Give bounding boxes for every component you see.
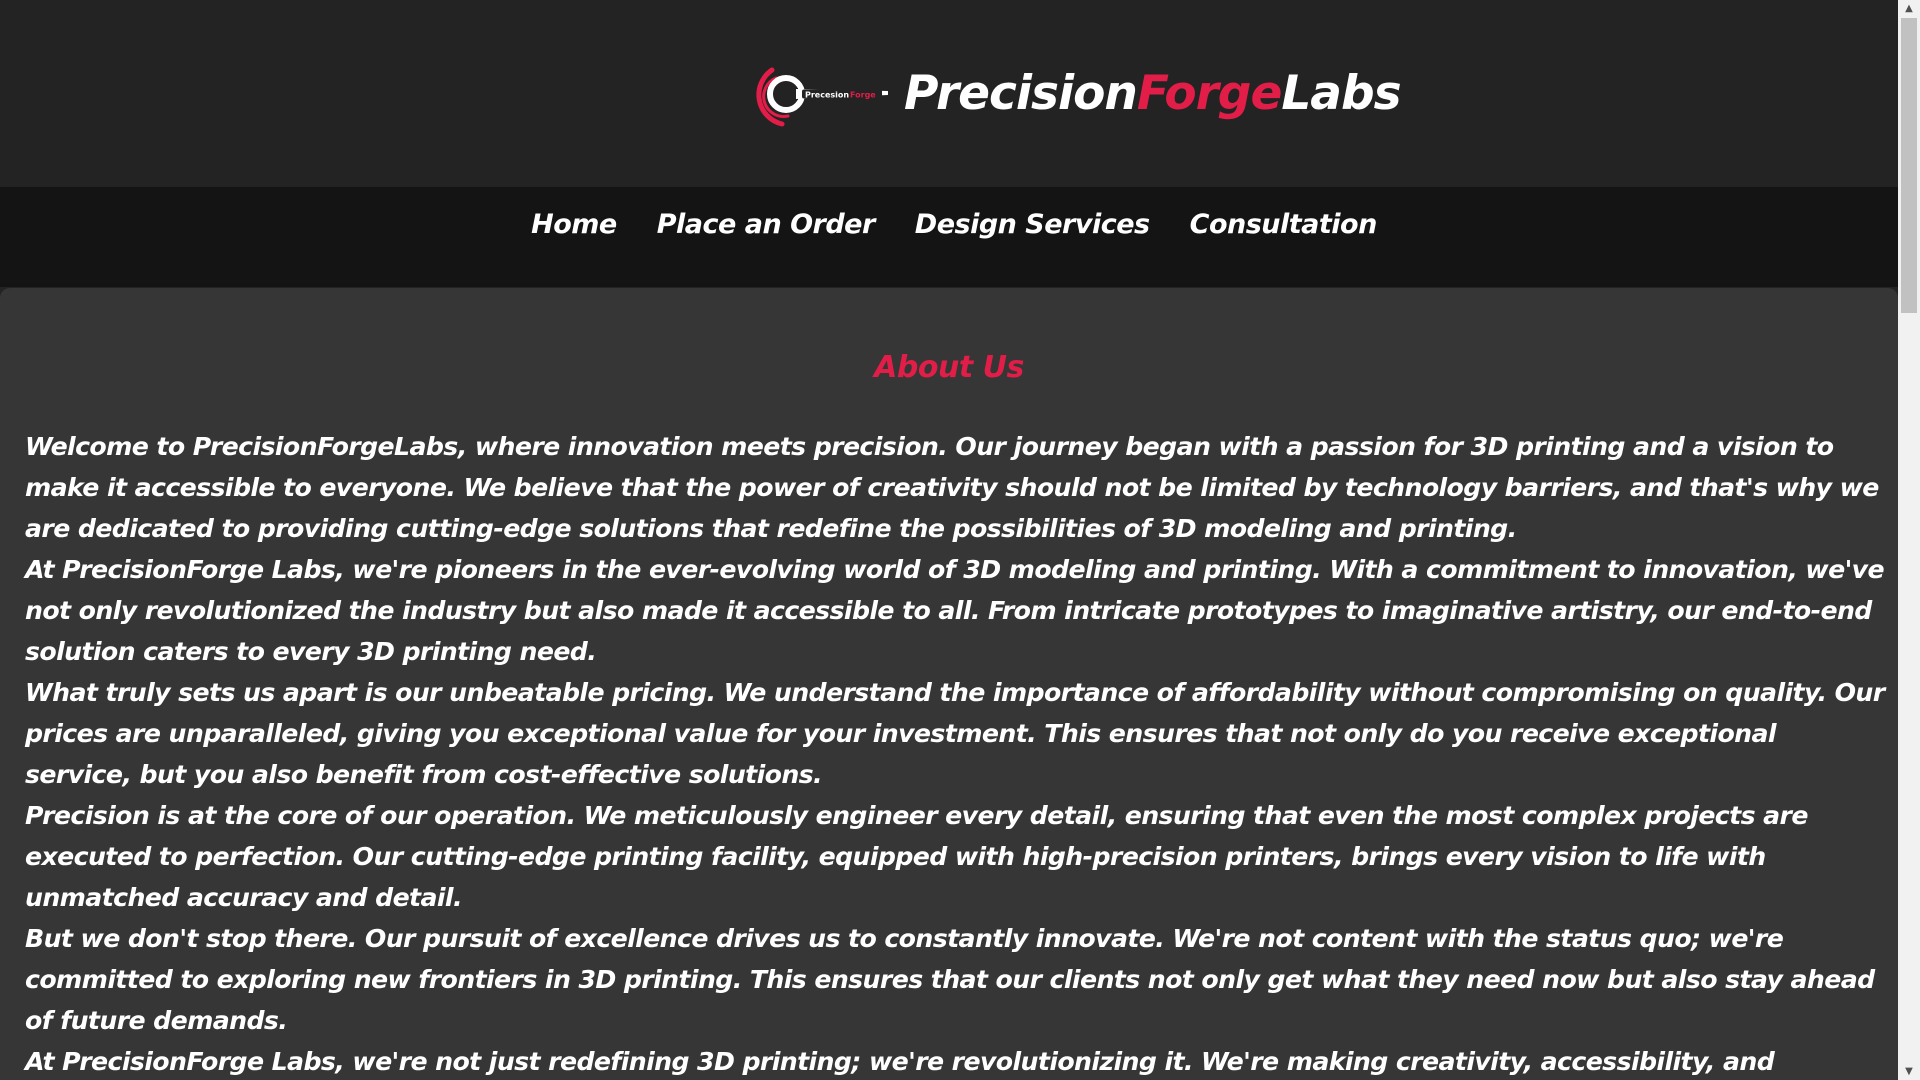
about-paragraph: Precision is at the core of our operatio… — [25, 801, 1808, 912]
nav-links: Home Place an Order Design Services Cons… — [0, 209, 1898, 240]
nav-home-link[interactable]: Home — [531, 209, 617, 240]
brand-part-precision: Precision — [904, 66, 1138, 121]
vertical-scrollbar[interactable]: ▲ ▼ — [1898, 0, 1920, 1080]
page: Precesion Forge PrecisionForgeLabs Home … — [0, 0, 1920, 1080]
about-paragraph: What truly sets us apart is our unbeatab… — [25, 678, 1885, 789]
about-section: About Us Welcome to PrecisionForgeLabs, … — [0, 288, 1898, 1080]
about-paragraph: At PrecisionForge Labs, we're not just r… — [25, 1047, 1775, 1076]
scrollbar-thumb[interactable] — [1901, 18, 1917, 313]
logo-small-text-white: Precesion — [805, 91, 849, 100]
about-title: About Us — [874, 350, 1024, 385]
about-paragraph: But we don't stop there. Our pursuit of … — [25, 924, 1875, 1035]
gear-wrench-logo-icon: Precesion Forge — [756, 67, 888, 127]
brand-part-forge: Forge — [1136, 66, 1282, 121]
nav-place-order-link[interactable]: Place an Order — [657, 209, 876, 240]
brand-part-labs: Labs — [1281, 66, 1401, 121]
logo-small-text-red: Forge — [850, 91, 876, 100]
site-header: Precesion Forge PrecisionForgeLabs — [0, 0, 1898, 187]
about-body: Welcome to PrecisionForgeLabs, where inn… — [25, 426, 1885, 1080]
brand-name: PrecisionForgeLabs — [904, 58, 1402, 130]
scroll-down-arrow-icon[interactable]: ▼ — [1898, 1063, 1920, 1080]
scroll-up-arrow-icon[interactable]: ▲ — [1898, 0, 1920, 17]
main-navigation: Home Place an Order Design Services Cons… — [0, 187, 1898, 287]
site-logo[interactable]: Precesion Forge PrecisionForgeLabs — [752, 58, 1402, 130]
about-paragraph: At PrecisionForge Labs, we're pioneers i… — [25, 555, 1885, 666]
nav-consultation-link[interactable]: Consultation — [1190, 209, 1378, 240]
nav-design-services-link[interactable]: Design Services — [915, 209, 1150, 240]
about-paragraph: Welcome to PrecisionForgeLabs, where inn… — [25, 432, 1879, 543]
